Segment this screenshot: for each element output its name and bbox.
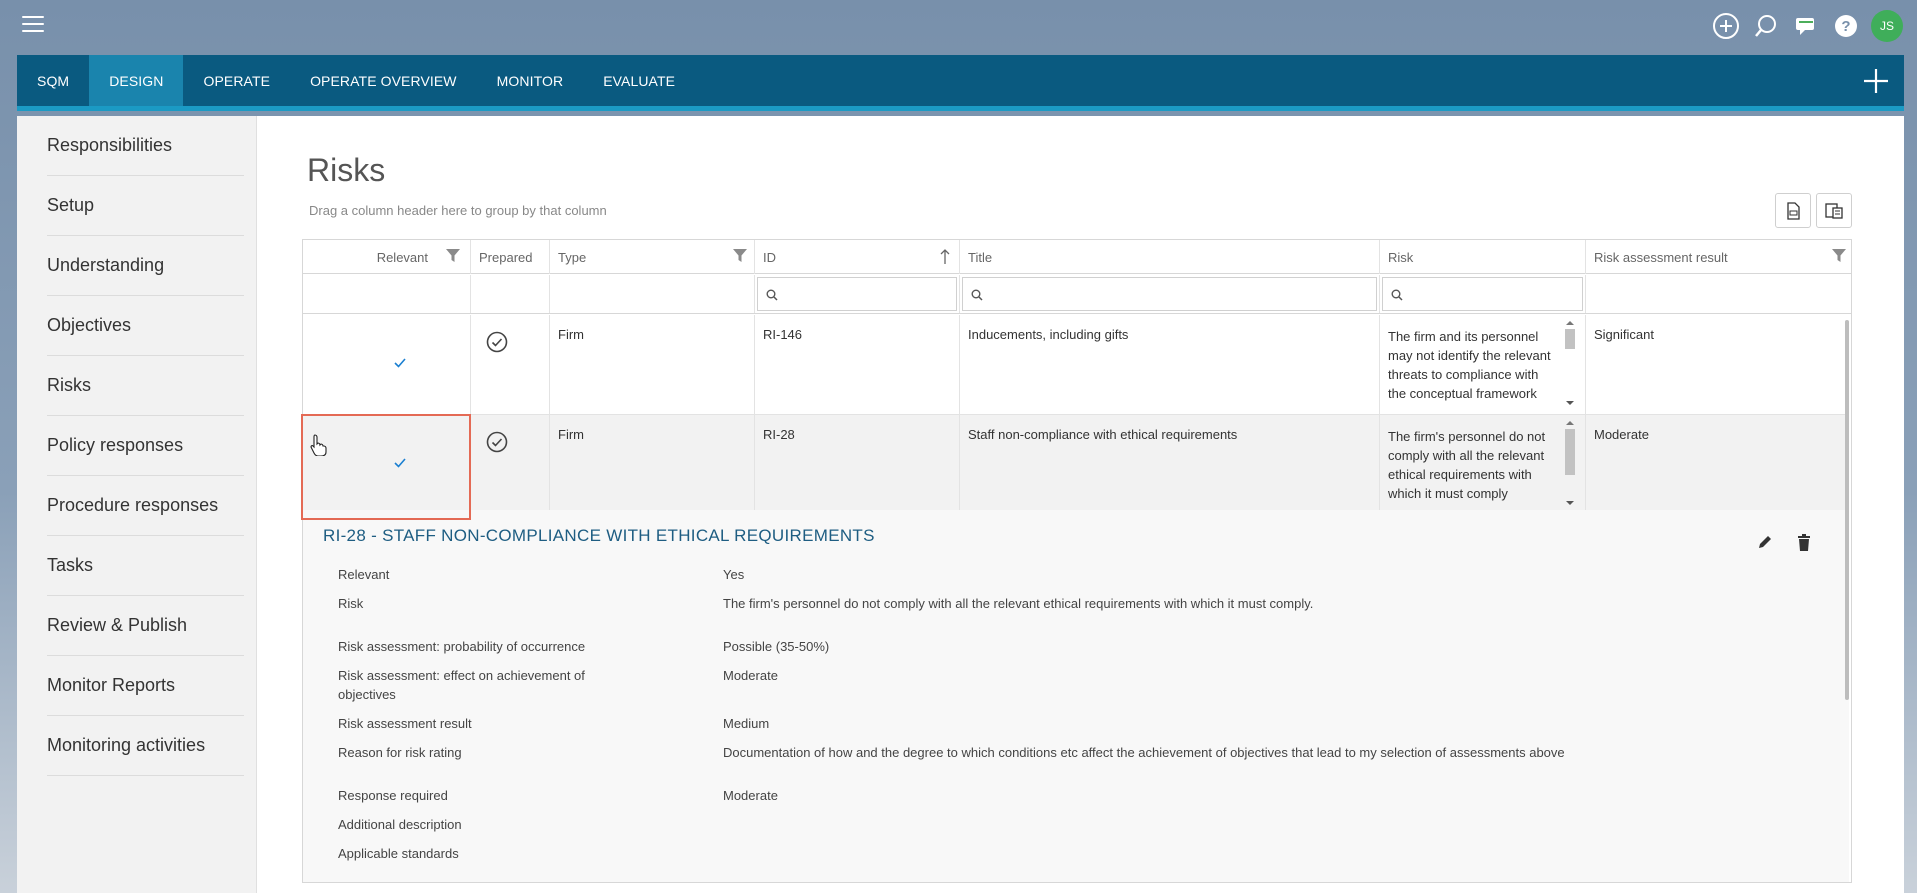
user-avatar[interactable]: JS — [1871, 10, 1903, 42]
delete-trash-icon[interactable] — [1797, 534, 1811, 551]
title-filter-input[interactable] — [962, 277, 1377, 311]
tab-sqm[interactable]: SQM — [17, 55, 89, 106]
top-icons: ? JS — [1711, 10, 1903, 42]
risk-cell-text: The firm and its personnel may not ident… — [1388, 329, 1551, 401]
sidebar-item-review-publish[interactable]: Review & Publish — [47, 596, 244, 656]
column-chooser-icon — [1825, 202, 1843, 219]
page-title: Risks — [307, 152, 386, 188]
title-cell: Inducements, including gifts — [960, 315, 1380, 415]
sidebar-item-setup[interactable]: Setup — [47, 176, 244, 236]
sidebar-item-procedure-responses[interactable]: Procedure responses — [47, 476, 244, 536]
group-by-hint: Drag a column header here to group by th… — [309, 203, 607, 218]
search-icon — [971, 289, 983, 301]
search-icon — [766, 289, 778, 301]
sidebar-item-risks[interactable]: Risks — [47, 356, 244, 416]
relevant-check-icon — [394, 358, 406, 368]
tab-monitor[interactable]: MONITOR — [477, 55, 584, 106]
title-cell: Staff non-compliance with ethical requir… — [960, 415, 1380, 515]
tab-operate-overview[interactable]: OPERATE OVERVIEW — [290, 55, 477, 106]
add-circle-icon[interactable] — [1711, 11, 1741, 41]
grid-scrollbar[interactable] — [1845, 320, 1849, 700]
grid-header: Relevant Prepared Type ID Title Risk Ris… — [303, 240, 1851, 274]
prepared-check-circle-icon — [486, 331, 508, 353]
sidebar-item-policy-responses[interactable]: Policy responses — [47, 416, 244, 476]
sidebar-item-objectives[interactable]: Objectives — [47, 296, 244, 356]
table-row[interactable]: Firm RI-146 Inducements, including gifts… — [303, 315, 1849, 415]
hamburger-menu-icon[interactable] — [22, 16, 44, 32]
risk-cell-text: The firm's personnel do not comply with … — [1388, 429, 1546, 501]
tab-operate[interactable]: OPERATE — [183, 55, 290, 106]
cell-scrollbar[interactable] — [1563, 419, 1577, 507]
help-icon[interactable]: ? — [1831, 11, 1861, 41]
sort-ascending-icon[interactable] — [940, 249, 950, 265]
sidebar-item-tasks[interactable]: Tasks — [47, 536, 244, 596]
sidebar-item-understanding[interactable]: Understanding — [47, 236, 244, 296]
chat-icon[interactable] — [1791, 11, 1821, 41]
main-nav: SQM DESIGN OPERATE OPERATE OVERVIEW MONI… — [17, 55, 1904, 111]
main-content: Risks Drag a column header here to group… — [257, 116, 1904, 893]
sidebar-item-responsibilities[interactable]: Responsibilities — [47, 116, 244, 176]
edit-pencil-icon[interactable] — [1757, 534, 1773, 550]
detail-panel: RI-28 - STAFF NON-COMPLIANCE WITH ETHICA… — [303, 510, 1849, 882]
sidebar-item-monitor-reports[interactable]: Monitor Reports — [47, 656, 244, 716]
filter-icon[interactable] — [733, 249, 747, 263]
export-icon — [1787, 201, 1800, 220]
detail-title: RI-28 - STAFF NON-COMPLIANCE WITH ETHICA… — [323, 526, 875, 545]
risk-filter-input[interactable] — [1382, 277, 1583, 311]
export-button[interactable] — [1775, 193, 1811, 228]
cell-scrollbar[interactable] — [1563, 319, 1577, 407]
risk-result-cell: Significant — [1594, 327, 1654, 342]
column-header-risk-assessment-result[interactable]: Risk assessment result — [1586, 240, 1851, 274]
column-header-type[interactable]: Type — [550, 240, 755, 274]
selection-highlight — [301, 414, 471, 520]
tab-evaluate[interactable]: EVALUATE — [583, 55, 695, 106]
top-bar: ? JS — [0, 0, 1917, 50]
filter-icon[interactable] — [446, 249, 460, 263]
table-row[interactable]: Firm RI-28 Staff non-compliance with eth… — [303, 415, 1849, 515]
column-header-risk[interactable]: Risk — [1380, 240, 1586, 274]
grid-filter-row — [303, 275, 1851, 314]
id-filter-input[interactable] — [757, 277, 957, 311]
prepared-check-circle-icon — [486, 431, 508, 453]
tab-design[interactable]: DESIGN — [89, 55, 184, 106]
filter-icon[interactable] — [1832, 249, 1846, 263]
id-cell: RI-146 — [755, 315, 960, 415]
type-cell: Firm — [550, 415, 755, 515]
type-cell: Firm — [550, 315, 755, 415]
hand-cursor-icon — [310, 434, 327, 456]
column-header-prepared[interactable]: Prepared — [471, 240, 550, 274]
sidebar-item-monitoring-activities[interactable]: Monitoring activities — [47, 716, 244, 776]
risks-grid: Relevant Prepared Type ID Title Risk Ris… — [302, 239, 1852, 883]
id-cell: RI-28 — [755, 415, 960, 515]
column-chooser-button[interactable] — [1816, 193, 1852, 228]
column-header-id[interactable]: ID — [755, 240, 960, 274]
column-header-title[interactable]: Title — [960, 240, 1380, 274]
search-icon — [1391, 289, 1403, 301]
risk-result-cell: Moderate — [1594, 427, 1649, 442]
svg-text:?: ? — [1841, 18, 1850, 35]
search-icon[interactable] — [1751, 11, 1781, 41]
add-plus-icon[interactable] — [1862, 67, 1890, 95]
sidebar: Responsibilities Setup Understanding Obj… — [17, 116, 257, 893]
